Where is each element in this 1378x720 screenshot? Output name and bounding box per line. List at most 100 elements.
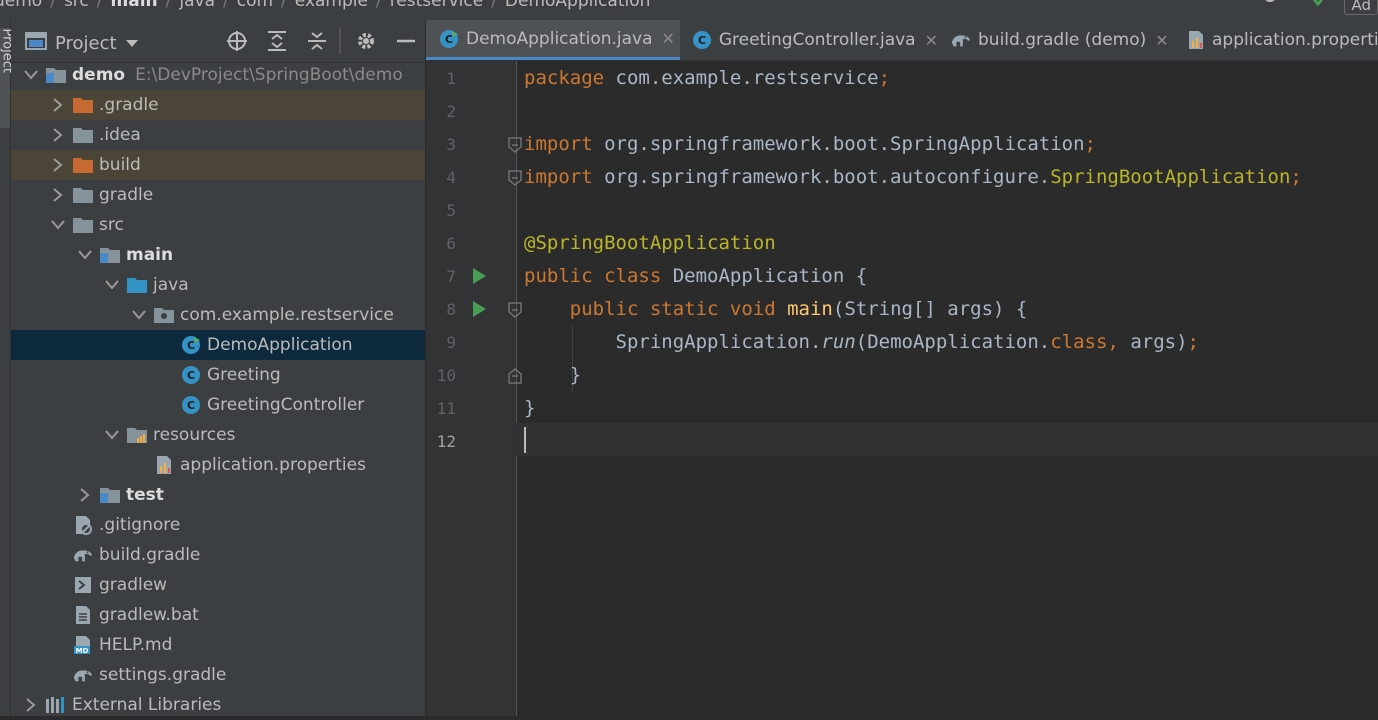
collapse-all-icon[interactable] (304, 28, 330, 54)
tree-row[interactable]: test (11, 480, 425, 510)
code-token: @SpringBootApplication (524, 232, 776, 254)
tree-row[interactable]: gradlew (11, 570, 425, 600)
locate-icon[interactable] (224, 28, 250, 54)
tree-row[interactable]: C DemoApplication (11, 330, 425, 360)
line-number: 7 (446, 267, 456, 286)
code-editor[interactable]: package com.example.restservice; import o… (516, 61, 1378, 716)
user-icon[interactable] (1258, 0, 1292, 16)
gear-icon[interactable] (353, 28, 379, 54)
run-icon[interactable] (473, 301, 486, 317)
chevron-down-icon[interactable] (131, 307, 147, 323)
line-number: 10 (436, 366, 456, 385)
chevron-down-icon[interactable] (50, 217, 66, 233)
editor-tab[interactable]: application.properties (1174, 20, 1378, 60)
svg-text:C: C (187, 399, 195, 412)
code-token: , (1107, 331, 1131, 353)
breadcrumb-item[interactable]: DemoApplication (505, 0, 651, 11)
tree-row[interactable]: C Greeting (11, 360, 425, 390)
code-token: class (1050, 331, 1108, 353)
tree-row[interactable]: .gradle (11, 90, 425, 120)
svg-text:C: C (698, 34, 706, 47)
editor-tab[interactable]: C GreetingController.java ✕ (680, 20, 938, 60)
tree-row[interactable]: gradlew.bat (11, 600, 425, 630)
chevron-right-icon[interactable] (50, 157, 66, 173)
editor-tab[interactable]: build.gradle (demo) ✕ (938, 20, 1174, 60)
tree-item-label: build (99, 155, 141, 175)
libraries-icon (45, 695, 67, 715)
breadcrumb-item[interactable]: com (237, 0, 273, 11)
fold-marker-icon[interactable] (508, 302, 522, 322)
editor-tab[interactable]: C DemoApplication.java ✕ (426, 20, 680, 60)
tree-item-label: gradlew.bat (99, 605, 199, 625)
tree-row[interactable]: java (11, 270, 425, 300)
tree-item-label: demo (72, 65, 126, 85)
expand-all-icon[interactable] (264, 28, 290, 54)
chevron-down-icon[interactable] (23, 67, 39, 83)
tree-row[interactable]: build (11, 150, 425, 180)
tree-row[interactable]: C GreetingController (11, 390, 425, 420)
build-icon[interactable] (1306, 0, 1330, 16)
tree-row[interactable]: com.example.restservice (11, 300, 425, 330)
tree-row[interactable]: main (11, 240, 425, 270)
tree-row[interactable]: settings.gradle (11, 660, 425, 690)
tree-item-label: com.example.restservice (180, 305, 394, 325)
breadcrumb-item[interactable]: java (179, 0, 215, 11)
gradle-icon (950, 29, 972, 51)
tree-row[interactable]: demo E:\DevProject\SpringBoot\demo (11, 60, 425, 90)
close-icon[interactable]: ✕ (925, 31, 938, 50)
line-number: 11 (436, 399, 456, 418)
chevron-down-icon[interactable] (104, 277, 120, 293)
project-stripe-button[interactable]: Project (0, 28, 15, 128)
tree-row[interactable]: application.properties (11, 450, 425, 480)
tree-item-label: main (126, 245, 174, 265)
close-icon[interactable]: ✕ (662, 29, 675, 48)
chevron-right-icon[interactable] (50, 127, 66, 143)
code-token: public class (524, 265, 673, 287)
line-number: 9 (446, 333, 456, 352)
fold-marker-icon[interactable] (508, 368, 522, 388)
tree-row[interactable]: .gitignore (11, 510, 425, 540)
tree-item-label: java (153, 275, 189, 295)
tree-item-label: HELP.md (99, 635, 173, 655)
project-view-selector[interactable]: Project (25, 31, 139, 56)
code-token: DemoApplication { (672, 265, 868, 287)
tree-row[interactable]: build.gradle (11, 540, 425, 570)
line-number: 3 (446, 135, 456, 154)
breadcrumb-item[interactable]: main (111, 0, 158, 11)
breadcrumb-item[interactable]: src (64, 0, 89, 11)
fold-marker-icon[interactable] (508, 137, 522, 157)
add-configuration-button[interactable]: Ad (1344, 0, 1378, 15)
fold-marker-icon[interactable] (508, 170, 522, 190)
tree-row[interactable]: .idea (11, 120, 425, 150)
tree-item-label: External Libraries (72, 695, 222, 715)
run-icon[interactable] (473, 268, 486, 284)
breadcrumb-item[interactable]: example (295, 0, 368, 11)
hide-icon[interactable] (393, 28, 419, 54)
tree-item-label: GreetingController (207, 395, 365, 415)
chevron-down-icon[interactable] (77, 247, 93, 263)
chevron-right-icon[interactable] (23, 697, 39, 713)
tree-row[interactable]: gradle (11, 180, 425, 210)
breadcrumb-item[interactable]: restservice (390, 0, 484, 11)
code-token: args) (1130, 331, 1188, 353)
tree-item-label: .idea (99, 125, 141, 145)
breadcrumb-item[interactable]: demo (0, 0, 42, 11)
chevron-right-icon[interactable] (50, 97, 66, 113)
chevron-right-icon[interactable] (77, 487, 93, 503)
java-class-icon: C (180, 395, 202, 415)
tree-row[interactable]: src (11, 210, 425, 240)
tree-row[interactable]: resources (11, 420, 425, 450)
tree-item-label: settings.gradle (99, 665, 227, 685)
tab-label: application.properties (1212, 30, 1378, 50)
tree-item-label: src (99, 215, 124, 235)
chevron-right-icon[interactable] (50, 187, 66, 203)
close-icon[interactable]: ✕ (1155, 31, 1168, 50)
breadcrumb-separator: / (165, 0, 172, 11)
tree-item-label: resources (153, 425, 236, 445)
line-number: 2 (446, 102, 456, 121)
tree-row[interactable]: MD HELP.md (11, 630, 425, 660)
chevron-down-icon[interactable] (104, 427, 120, 443)
